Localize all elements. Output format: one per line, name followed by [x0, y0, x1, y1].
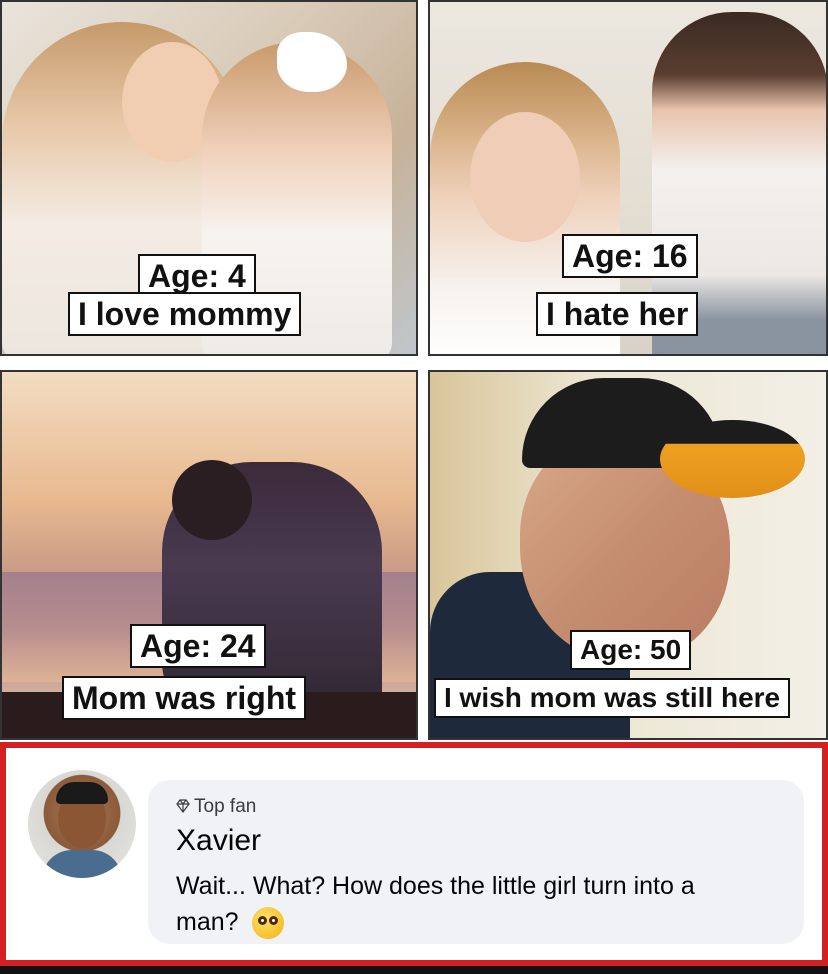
teen-girl-face — [470, 112, 580, 242]
badge-label: Top fan — [194, 796, 257, 817]
meme-grid: Age: 4 I love mommy Age: 16 I hate her A… — [0, 0, 828, 742]
avatar[interactable] — [28, 770, 136, 878]
age-label: Age: 24 — [130, 624, 266, 668]
diamond-icon — [176, 797, 190, 813]
caption-label: Mom was right — [62, 676, 307, 720]
age-label: Age: 50 — [570, 630, 692, 670]
age-label: Age: 16 — [562, 234, 698, 278]
sad-man-head — [172, 460, 252, 540]
avatar-hair — [56, 782, 108, 804]
comment-frame: Top fan Xavier Wait... What? How does th… — [0, 742, 828, 966]
cap-brim — [660, 420, 805, 498]
top-fan-badge[interactable]: Top fan — [176, 796, 256, 818]
flushed-face-emoji — [251, 907, 284, 940]
comment-author[interactable]: Xavier — [176, 824, 261, 858]
caption-label: I hate her — [536, 292, 699, 336]
panel-age-50: Age: 50 I wish mom was still here — [428, 370, 828, 740]
caption-label: I love mommy — [68, 292, 302, 336]
caption-label: I wish mom was still here — [434, 678, 791, 718]
comment-bubble: Top fan Xavier Wait... What? How does th… — [148, 780, 804, 944]
girl-bow — [277, 32, 347, 92]
panel-age-16: Age: 16 I hate her — [428, 0, 828, 356]
bottom-bar — [0, 966, 828, 974]
comment-text: Wait... What? How does the little girl t… — [176, 868, 736, 940]
avatar-shirt — [42, 850, 122, 878]
panel-age-24: Age: 24 Mom was right — [0, 370, 418, 740]
panel-age-4: Age: 4 I love mommy — [0, 0, 418, 356]
